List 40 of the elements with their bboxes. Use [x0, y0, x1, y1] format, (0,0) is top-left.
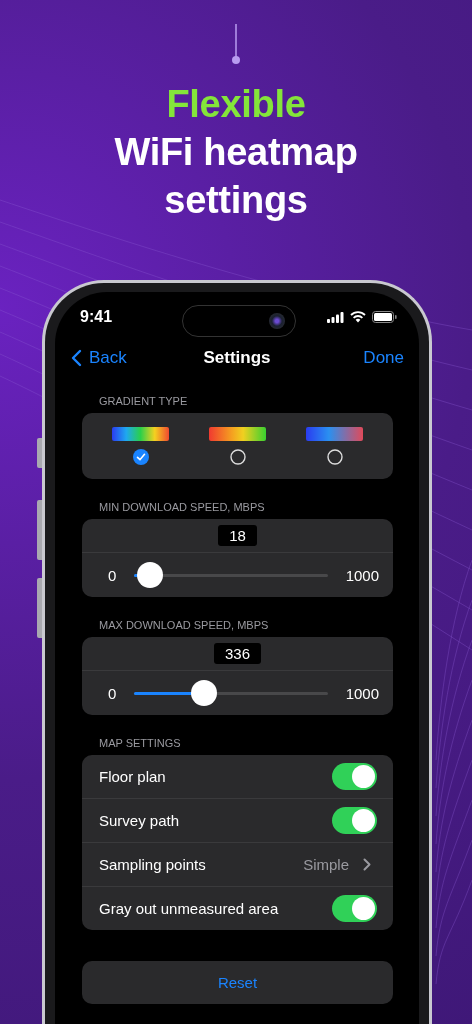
setting-label: Survey path — [99, 812, 180, 829]
value-display: 18 — [218, 525, 257, 546]
section-label: MIN DOWNLOAD SPEED, MBPS — [98, 500, 266, 515]
gradient-swatch — [306, 427, 363, 441]
slider-thumb[interactable] — [190, 680, 217, 706]
done-button[interactable]: Done — [363, 348, 404, 368]
setting-label: Sampling points — [99, 856, 206, 873]
battery-icon — [372, 311, 397, 323]
gradient-option[interactable] — [112, 427, 169, 465]
section-label: MAP SETTINGS — [98, 736, 182, 751]
setting-value[interactable]: Simple — [303, 856, 349, 873]
signal-icon — [327, 311, 344, 323]
reset-button[interactable]: Reset — [82, 961, 393, 1004]
section-label: GRADIENT TYPE — [98, 394, 189, 409]
headline-line: WiFi heatmap — [114, 130, 358, 175]
pin-line-icon — [231, 24, 241, 66]
gradient-option[interactable] — [306, 427, 363, 465]
gradient-swatch — [209, 427, 266, 441]
min-label: 0 — [108, 566, 117, 584]
toggle-switch[interactable] — [332, 763, 377, 790]
back-button[interactable]: Back — [71, 348, 127, 368]
screen-title: Settings — [203, 348, 271, 368]
status-time: 9:41 — [80, 308, 113, 326]
min-label: 0 — [108, 684, 117, 702]
slider-thumb[interactable] — [137, 562, 164, 588]
chevron-right-icon — [363, 858, 371, 871]
value-display: 336 — [214, 643, 261, 664]
headline-line: settings — [164, 178, 308, 223]
section-label: MAX DOWNLOAD SPEED, MBPS — [98, 618, 270, 633]
wifi-icon — [350, 311, 366, 323]
max-label: 1000 — [345, 566, 379, 584]
setting-label: Floor plan — [99, 768, 166, 785]
chevron-left-icon — [71, 349, 82, 367]
gradient-option[interactable] — [209, 427, 266, 465]
toggle-switch[interactable] — [332, 807, 377, 834]
headline-accent: Flexible — [166, 82, 306, 127]
max-label: 1000 — [345, 684, 379, 702]
setting-label: Gray out unmeasured area — [99, 900, 279, 917]
gradient-swatch — [112, 427, 169, 441]
toggle-switch[interactable] — [332, 895, 377, 922]
